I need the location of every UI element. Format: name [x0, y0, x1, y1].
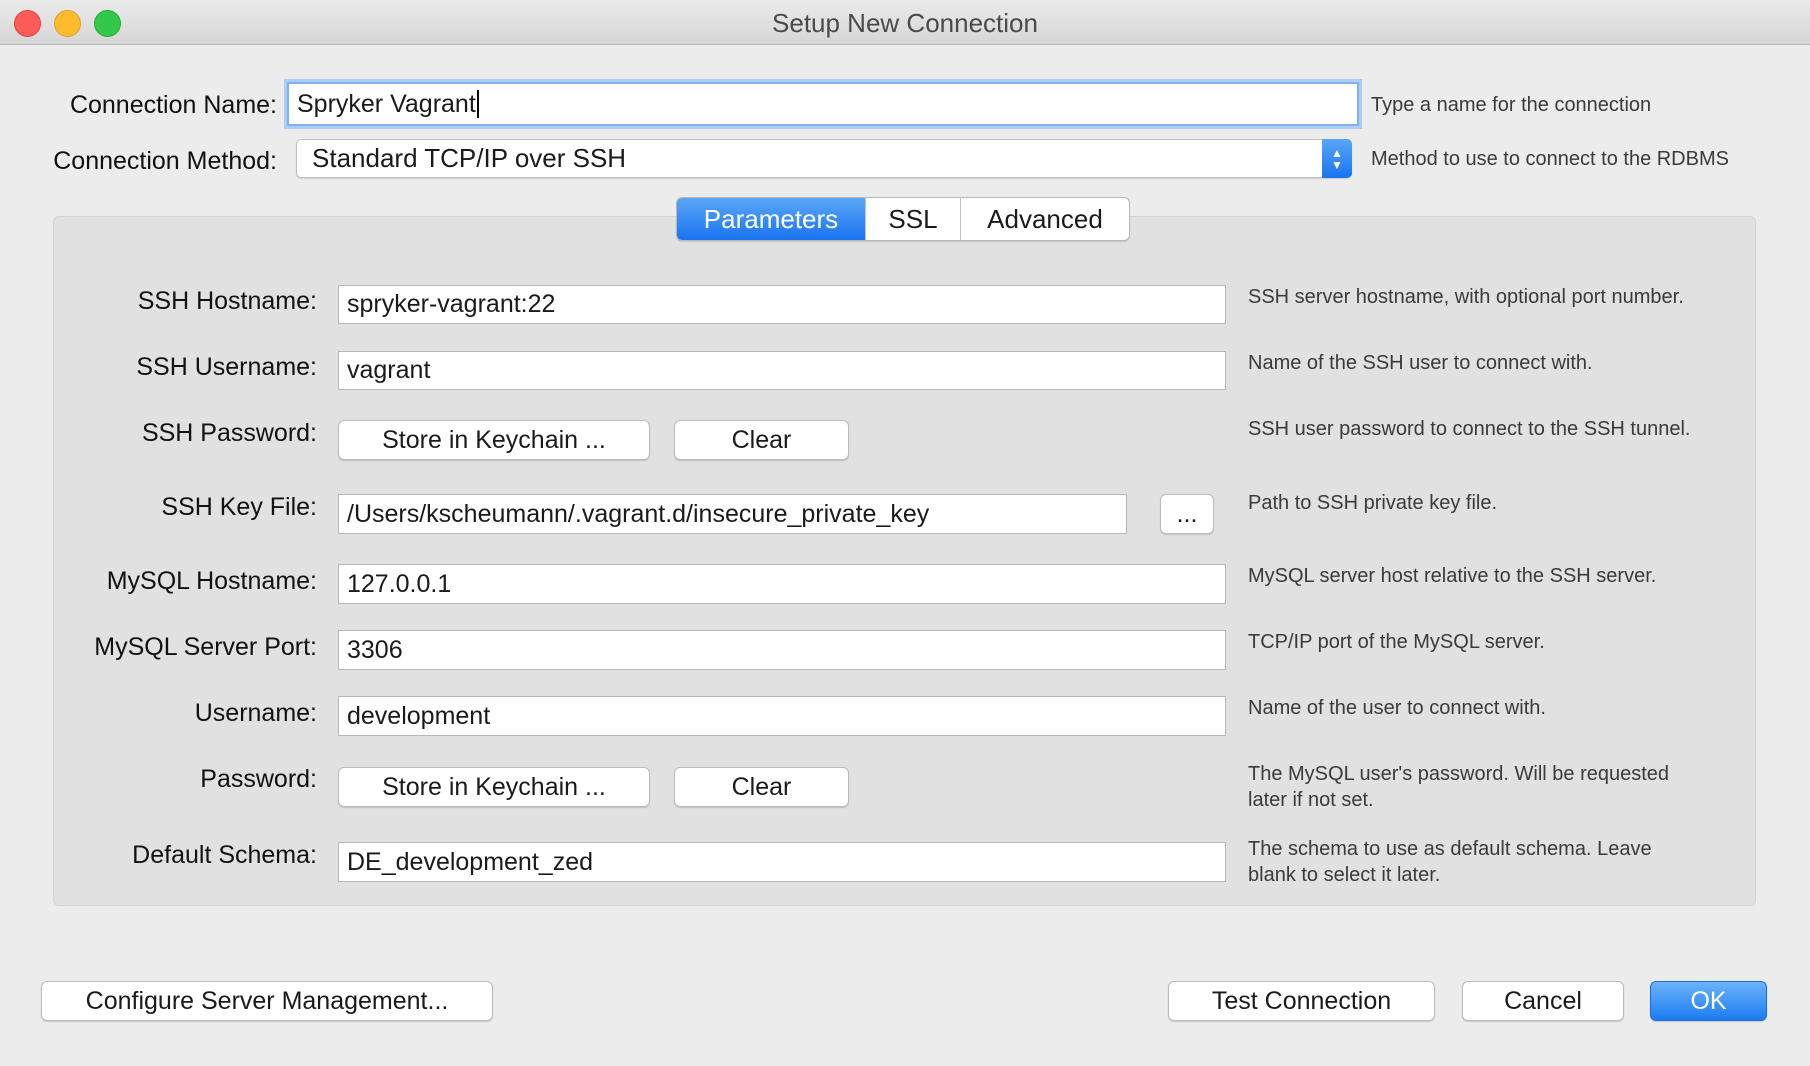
connection-name-value: Spryker Vagrant: [297, 89, 476, 118]
test-connection-button[interactable]: Test Connection: [1168, 981, 1435, 1021]
password-store-keychain-button[interactable]: Store in Keychain ...: [338, 767, 650, 807]
password-clear-button[interactable]: Clear: [674, 767, 849, 807]
text-caret: [476, 90, 479, 118]
mysql-port-label: MySQL Server Port:: [94, 633, 317, 661]
ssh-key-file-label: SSH Key File:: [161, 493, 317, 521]
chevron-up-down-icon: ▲ ▼: [1322, 139, 1352, 178]
mysql-hostname-hint: MySQL server host relative to the SSH se…: [1248, 565, 1657, 587]
ssh-password-hint: SSH user password to connect to the SSH …: [1248, 418, 1691, 440]
default-schema-hint: The schema to use as default schema. Lea…: [1248, 836, 1652, 888]
mysql-hostname-label: MySQL Hostname:: [106, 567, 317, 595]
username-label: Username:: [194, 699, 317, 727]
password-hint: The MySQL user's password. Will be reque…: [1248, 761, 1669, 813]
configure-server-management-button[interactable]: Configure Server Management...: [41, 981, 493, 1021]
ssh-username-input[interactable]: vagrant: [338, 351, 1226, 390]
password-label: Password:: [200, 765, 317, 793]
window-title: Setup New Connection: [772, 8, 1038, 38]
ssh-password-label: SSH Password:: [141, 419, 317, 447]
tab-parameters[interactable]: Parameters: [677, 198, 865, 240]
connection-name-input[interactable]: Spryker Vagrant: [287, 82, 1359, 126]
connection-name-label: Connection Name:: [69, 91, 277, 119]
ssh-key-file-browse-button[interactable]: ...: [1160, 494, 1214, 534]
ssh-password-store-keychain-button[interactable]: Store in Keychain ...: [338, 420, 650, 460]
connection-method-label: Connection Method:: [53, 147, 277, 175]
cancel-button[interactable]: Cancel: [1462, 981, 1624, 1021]
ssh-password-clear-button[interactable]: Clear: [674, 420, 849, 460]
connection-method-value: Standard TCP/IP over SSH: [312, 143, 627, 173]
username-hint: Name of the user to connect with.: [1248, 697, 1546, 719]
default-schema-hint-line-1: The schema to use as default schema. Lea…: [1248, 838, 1652, 860]
connection-name-hint: Type a name for the connection: [1371, 94, 1652, 116]
ssh-hostname-input[interactable]: spryker-vagrant:22: [338, 285, 1226, 324]
password-hint-line-1: The MySQL user's password. Will be reque…: [1248, 763, 1670, 785]
default-schema-hint-line-2: blank to select it later.: [1248, 864, 1441, 886]
tab-bar: Parameters SSL Advanced: [676, 197, 1130, 241]
mysql-port-input[interactable]: 3306: [338, 630, 1226, 670]
tab-advanced[interactable]: Advanced: [960, 198, 1129, 240]
title-bar: Setup New Connection: [0, 0, 1810, 45]
mysql-port-hint: TCP/IP port of the MySQL server.: [1248, 631, 1545, 653]
ssh-key-file-hint: Path to SSH private key file.: [1248, 492, 1498, 514]
username-input[interactable]: development: [338, 696, 1226, 736]
ssh-hostname-label: SSH Hostname:: [137, 287, 317, 315]
connection-method-hint: Method to use to connect to the RDBMS: [1371, 148, 1729, 170]
ok-button[interactable]: OK: [1650, 981, 1767, 1021]
default-schema-label: Default Schema:: [132, 841, 317, 869]
ssh-username-hint: Name of the SSH user to connect with.: [1248, 352, 1593, 374]
password-hint-line-2: later if not set.: [1248, 789, 1374, 811]
ssh-hostname-hint: SSH server hostname, with optional port …: [1248, 286, 1684, 308]
default-schema-input[interactable]: DE_development_zed: [338, 842, 1226, 882]
connection-method-select[interactable]: Standard TCP/IP over SSH ▲ ▼: [296, 139, 1352, 178]
mysql-hostname-input[interactable]: 127.0.0.1: [338, 564, 1226, 604]
ssh-key-file-input[interactable]: /Users/kscheumann/.vagrant.d/insecure_pr…: [338, 494, 1127, 534]
ssh-username-label: SSH Username:: [136, 353, 317, 381]
tab-ssl[interactable]: SSL: [865, 198, 960, 240]
